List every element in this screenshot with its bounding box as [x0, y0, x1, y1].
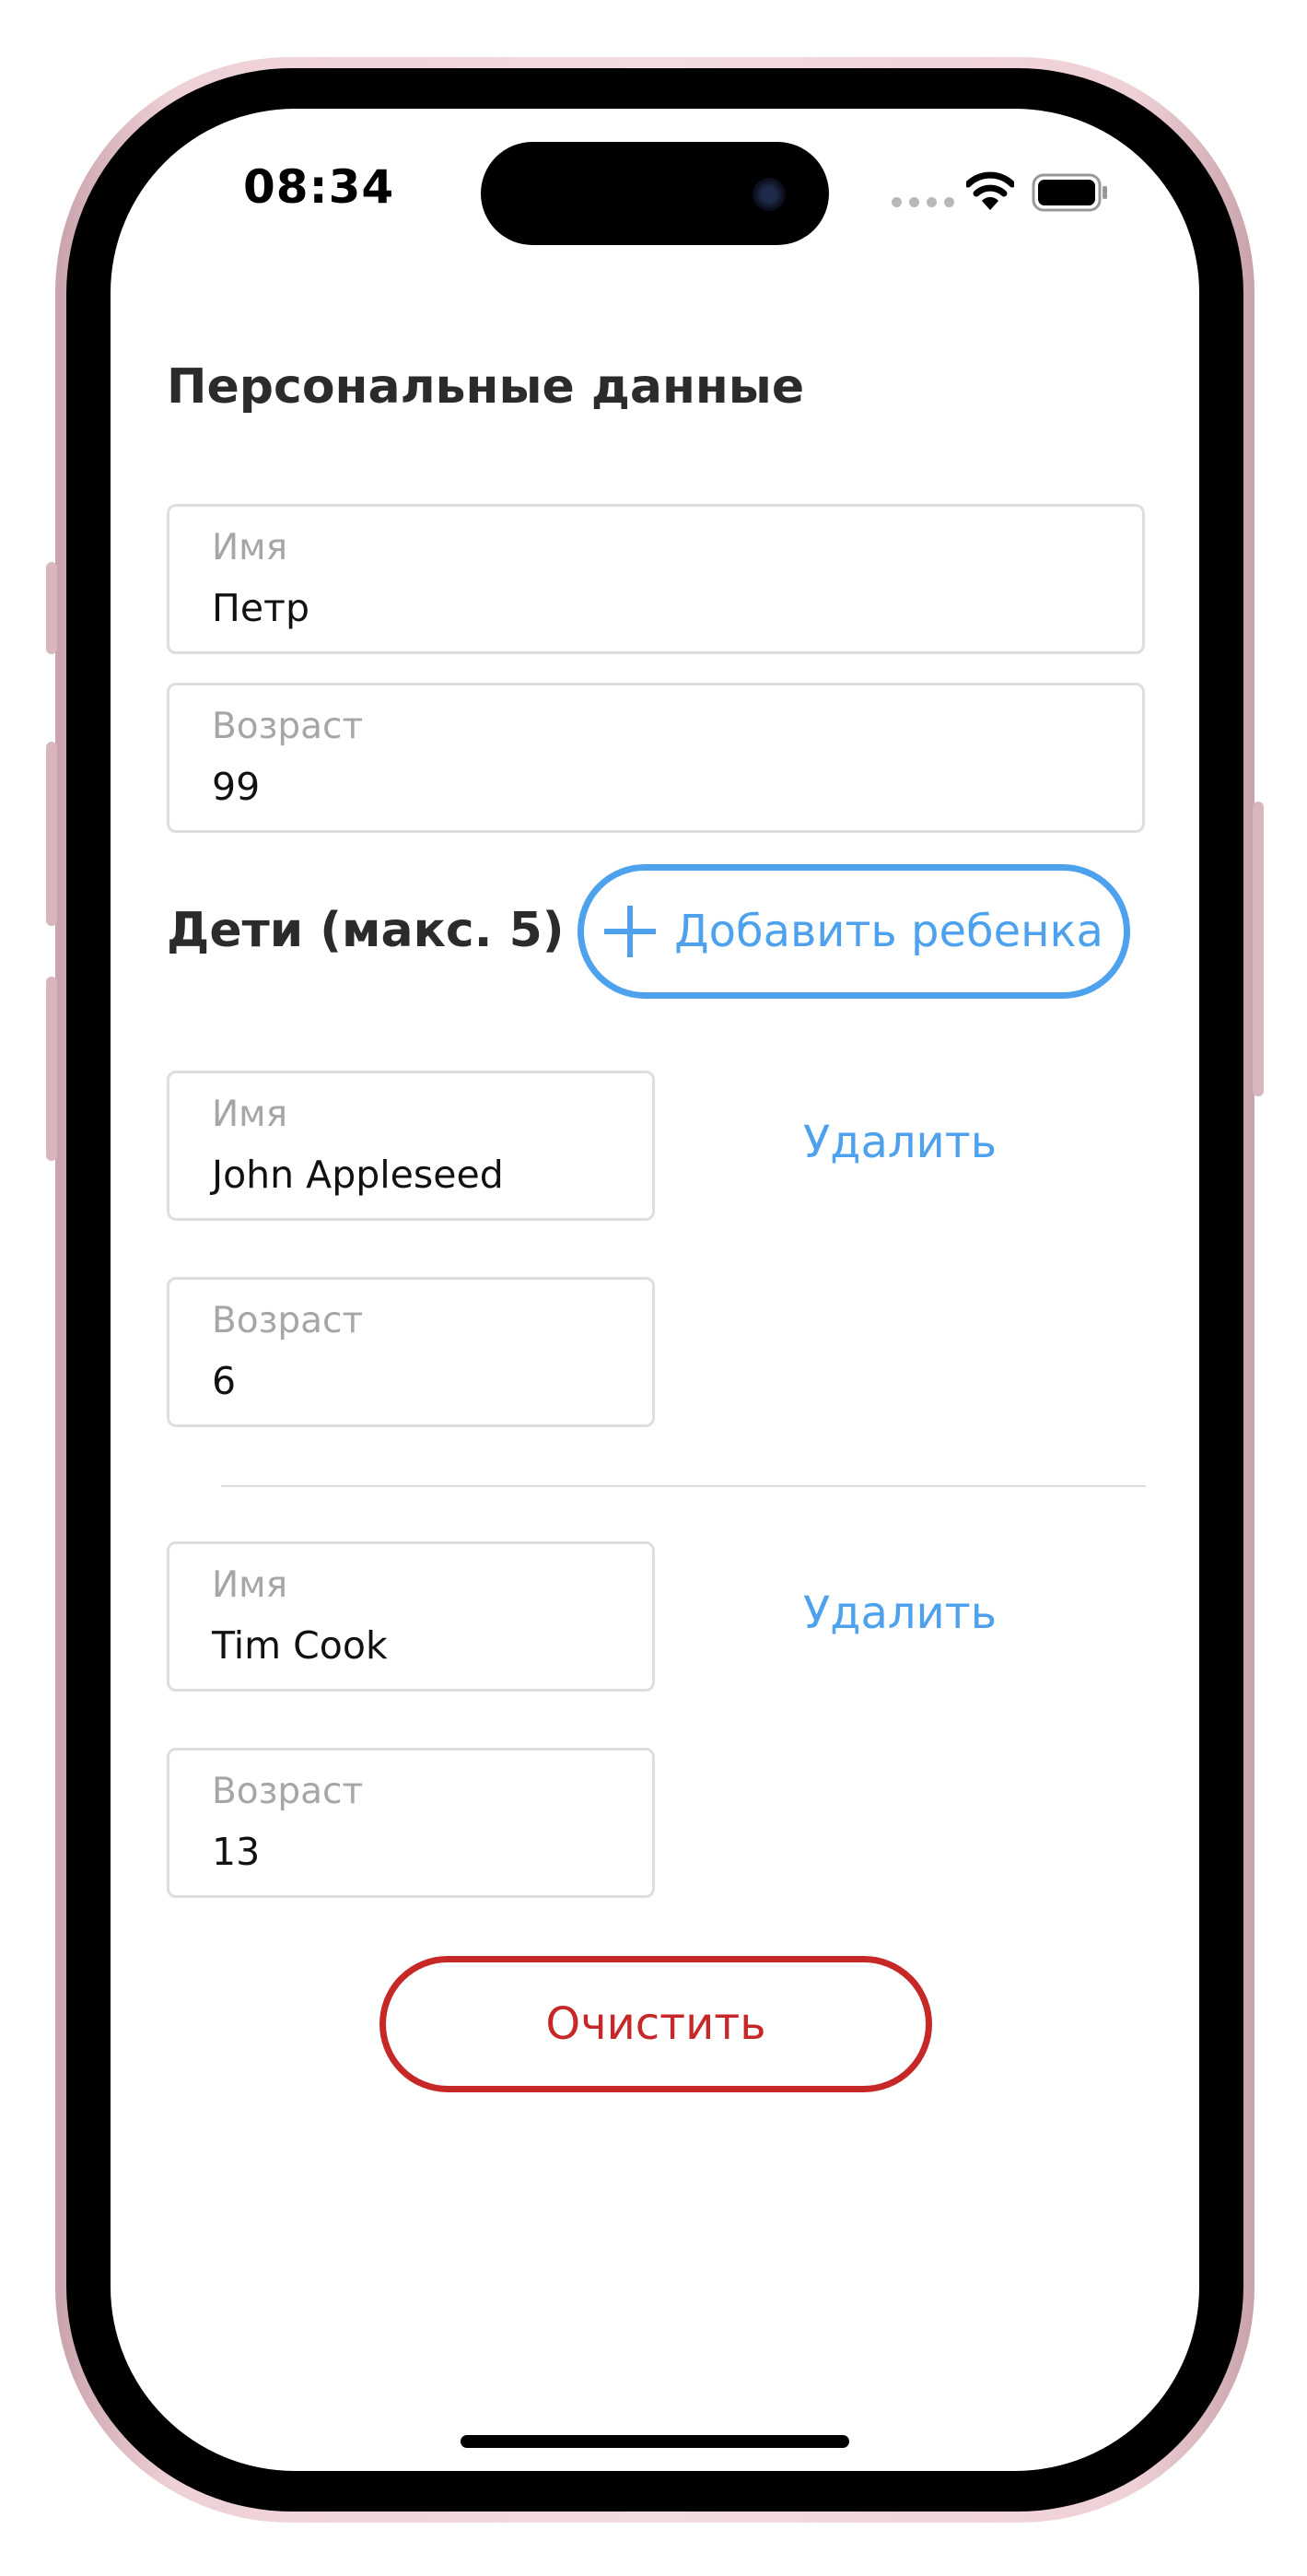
name-field[interactable]: Имя Петр — [167, 504, 1145, 654]
child-name-label: Имя — [212, 1094, 288, 1135]
child-age-field[interactable]: Возраст 6 — [167, 1277, 655, 1427]
child-name-field[interactable]: Имя John Appleseed — [167, 1071, 655, 1221]
delete-child-button[interactable]: Удалить — [762, 1587, 1038, 1639]
child-age-label: Возраст — [212, 1771, 364, 1812]
clear-button-label: Очистить — [545, 1998, 766, 2050]
home-indicator[interactable] — [461, 2435, 849, 2448]
add-child-button[interactable]: Добавить ребенка — [578, 864, 1130, 999]
child-age-value[interactable]: 6 — [212, 1359, 236, 1403]
child-name-value[interactable]: John Appleseed — [212, 1153, 504, 1197]
age-field-value[interactable]: 99 — [212, 765, 260, 809]
name-field-value[interactable]: Петр — [212, 586, 309, 630]
age-field-label: Возраст — [212, 706, 364, 747]
wifi-icon — [966, 171, 1014, 210]
age-field[interactable]: Возраст 99 — [167, 683, 1145, 833]
add-child-button-label: Добавить ребенка — [674, 906, 1103, 957]
power-button — [1253, 802, 1264, 1096]
child-name-label: Имя — [212, 1564, 288, 1606]
cellular-signal-icon — [892, 197, 954, 207]
action-button — [46, 562, 57, 654]
name-field-label: Имя — [212, 527, 288, 568]
volume-down-button — [46, 977, 57, 1161]
plus-icon — [604, 906, 657, 957]
child-name-field[interactable]: Имя Tim Cook — [167, 1541, 655, 1692]
children-title: Дети (макс. 5) — [167, 903, 565, 958]
delete-child-button[interactable]: Удалить — [762, 1117, 1038, 1168]
clear-button[interactable]: Очистить — [379, 1956, 932, 2092]
child-name-value[interactable]: Tim Cook — [212, 1623, 388, 1668]
children-divider — [221, 1485, 1146, 1487]
status-time: 08:34 — [243, 160, 395, 214]
camera-icon — [753, 178, 786, 211]
battery-icon — [1032, 173, 1107, 212]
personal-data-title: Персональные данные — [167, 359, 805, 415]
child-age-value[interactable]: 13 — [212, 1830, 260, 1874]
child-age-label: Возраст — [212, 1300, 364, 1341]
volume-up-button — [46, 742, 57, 926]
child-age-field[interactable]: Возраст 13 — [167, 1748, 655, 1898]
